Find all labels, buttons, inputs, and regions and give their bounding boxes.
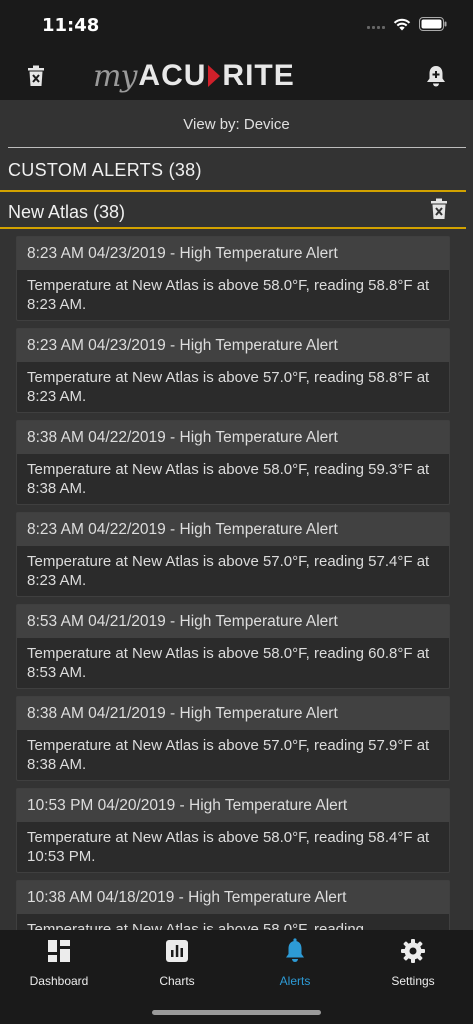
delete-device-alerts-icon[interactable] xyxy=(430,198,452,222)
alert-message: Temperature at New Atlas is above 57.0°F… xyxy=(27,737,430,773)
alert-message: Temperature at New Atlas is above 58.0°F… xyxy=(27,645,430,681)
logo-rite: RITE xyxy=(222,59,295,92)
alert-title: 8:38 AM 04/22/2019 - High Temperature Al… xyxy=(17,421,449,454)
alert-card[interactable]: 10:38 AM 04/18/2019 - High Temperature A… xyxy=(16,880,450,930)
device-divider xyxy=(0,227,466,229)
alert-title: 8:23 AM 04/23/2019 - High Temperature Al… xyxy=(17,329,449,362)
tab-bar: Dashboard Charts Alerts Settings xyxy=(0,930,473,1024)
alert-card[interactable]: 8:23 AM 04/23/2019 - High Temperature Al… xyxy=(16,328,450,413)
alert-card[interactable]: 8:38 AM 04/21/2019 - High Temperature Al… xyxy=(16,696,450,781)
status-bar: 11:48 xyxy=(0,0,473,52)
alert-title: 10:53 PM 04/20/2019 - High Temperature A… xyxy=(17,789,449,822)
device-name: New Atlas (38) xyxy=(8,202,126,222)
alert-message: Temperature at New Atlas is above 58.0°F… xyxy=(27,829,430,865)
dashboard-icon xyxy=(46,938,72,964)
alert-title: 8:23 AM 04/22/2019 - High Temperature Al… xyxy=(17,513,449,546)
alert-title: 8:38 AM 04/21/2019 - High Temperature Al… xyxy=(17,697,449,730)
tab-label: Dashboard xyxy=(29,974,89,988)
wifi-icon xyxy=(393,18,411,30)
alert-title: 10:38 AM 04/18/2019 - High Temperature A… xyxy=(17,881,449,914)
alert-card[interactable]: 8:23 AM 04/22/2019 - High Temperature Al… xyxy=(16,512,450,597)
alert-card[interactable]: 10:53 PM 04/20/2019 - High Temperature A… xyxy=(16,788,450,873)
tab-dashboard[interactable]: Dashboard xyxy=(14,938,104,994)
section-divider xyxy=(0,190,466,192)
logo-acu: ACU xyxy=(138,59,207,92)
alert-card[interactable]: 8:38 AM 04/22/2019 - High Temperature Al… xyxy=(16,420,450,505)
myacurite-logo: my ACU RITE xyxy=(93,56,295,96)
tab-alerts[interactable]: Alerts xyxy=(250,938,340,994)
alert-message: Temperature at New Atlas is above 58.0°F… xyxy=(27,921,365,930)
alert-message: Temperature at New Atlas is above 58.0°F… xyxy=(27,461,430,497)
status-icons xyxy=(367,17,447,31)
tab-label: Alerts xyxy=(279,974,311,988)
logo-my: my xyxy=(93,58,137,94)
device-group-header[interactable]: New Atlas (38) xyxy=(0,193,466,228)
charts-icon xyxy=(164,938,190,964)
logo-arrow-icon xyxy=(208,65,221,87)
view-by-selector[interactable]: View by: Device xyxy=(0,100,473,148)
tab-label: Charts xyxy=(159,974,195,988)
alert-message: Temperature at New Atlas is above 57.0°F… xyxy=(27,553,430,589)
divider xyxy=(8,147,466,148)
home-indicator[interactable] xyxy=(152,1010,321,1015)
bell-icon xyxy=(282,938,308,964)
tab-charts[interactable]: Charts xyxy=(132,938,222,994)
app-header: my ACU RITE xyxy=(0,52,473,100)
tab-settings[interactable]: Settings xyxy=(368,938,458,994)
alert-title: 8:23 AM 04/23/2019 - High Temperature Al… xyxy=(17,237,449,270)
add-alert-bell-icon[interactable] xyxy=(422,62,450,90)
custom-alerts-title: CUSTOM ALERTS (38) xyxy=(8,160,202,180)
battery-icon xyxy=(419,17,447,31)
alert-message: Temperature at New Atlas is above 58.0°F… xyxy=(27,277,430,313)
trash-icon[interactable] xyxy=(22,62,50,90)
gear-icon xyxy=(400,938,426,964)
alert-card[interactable]: 8:53 AM 04/21/2019 - High Temperature Al… xyxy=(16,604,450,689)
alerts-list[interactable]: 8:23 AM 04/23/2019 - High Temperature Al… xyxy=(16,236,450,930)
status-time: 11:48 xyxy=(42,15,100,36)
alert-card[interactable]: 8:23 AM 04/23/2019 - High Temperature Al… xyxy=(16,236,450,321)
alert-title: 8:53 AM 04/21/2019 - High Temperature Al… xyxy=(17,605,449,638)
tab-label: Settings xyxy=(391,974,435,988)
alert-message: Temperature at New Atlas is above 57.0°F… xyxy=(27,369,430,405)
cellular-signal-icon xyxy=(367,19,385,29)
